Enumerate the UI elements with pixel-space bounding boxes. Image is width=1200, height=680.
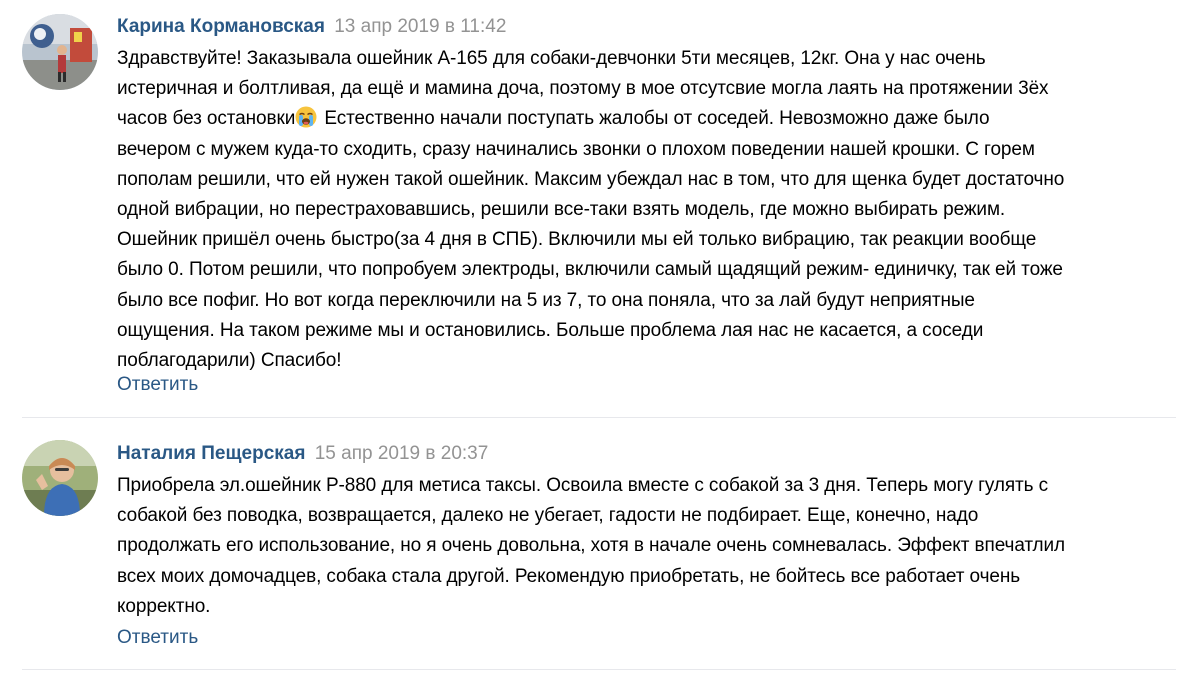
comment-text-line: было 0. Потом решили, что попробуем элек… [117, 259, 1063, 281]
comment-text-line: Приобрела эл.ошейник Р-880 для метиса та… [117, 475, 1049, 496]
comment-divider [22, 669, 1176, 670]
comment-text-line: одной вибрации, но перестраховавшись, ре… [117, 199, 1006, 221]
author-name-link[interactable]: Наталия Пещерская [117, 443, 305, 464]
reply-button[interactable]: Ответить [117, 626, 198, 650]
comment-text-line: Здравствуйте! Заказывала ошейник А-165 д… [117, 48, 986, 69]
comment-date-link[interactable]: 13 апр 2019 в 11:42 [334, 16, 506, 37]
comment-text-line: пополам решили, что ей нужен такой ошейн… [117, 168, 1065, 190]
comment-text-line: вечером с мужем куда-то сходить, сразу н… [117, 138, 1035, 160]
comment-text-line: часов без остановки Естественно начали п… [117, 104, 1177, 134]
comment-text: Приобрела эл.ошейник Р-880 для метиса та… [117, 471, 1177, 622]
comment-text-line: всех моих домочадцев, собака стала друго… [117, 565, 1021, 587]
comment-text-line: истеричная и болтливая, да ещё и мамина … [117, 78, 1049, 100]
author-name-link[interactable]: Карина Кормановская [117, 16, 325, 37]
avatar[interactable] [22, 440, 98, 516]
comment-text-line: продолжать его использование, но я очень… [117, 535, 1066, 557]
loudly-crying-face-emoji-icon [295, 106, 317, 128]
comment-text-line: ощущения. На таком режиме мы и остановил… [117, 319, 984, 341]
reply-button[interactable]: Ответить [117, 373, 198, 397]
user-photo-avatar-icon [22, 14, 98, 90]
comment-divider [22, 417, 1176, 418]
comment-text: Здравствуйте! Заказывала ошейник А-165 д… [117, 44, 1177, 376]
comment-content: Карина Кормановская 13 апр 2019 в 11:42 … [117, 13, 1177, 376]
comment-text-fragment: часов без остановки [117, 108, 296, 130]
avatar[interactable] [22, 14, 98, 90]
comment-content: Наталия Пещерская 15 апр 2019 в 20:37 Пр… [117, 440, 1177, 622]
comment-text-line: Ошейник пришёл очень быстро(за 4 дня в С… [117, 229, 1037, 251]
comment-text-line: поблагодарили) Спасибо! [117, 350, 342, 372]
comment-text-line: собакой без поводка, возвращается, далек… [117, 505, 979, 527]
comment-header: Наталия Пещерская 15 апр 2019 в 20:37 [117, 440, 1177, 468]
comments-feed: Карина Кормановская 13 апр 2019 в 11:42 … [0, 0, 1200, 680]
comment-text-line: было все пофиг. Но вот когда переключили… [117, 289, 975, 311]
comment-date-link[interactable]: 15 апр 2019 в 20:37 [315, 443, 489, 464]
comment-text-fragment: Естественно начали поступать жалобы от с… [319, 108, 990, 130]
comment-text-line: корректно. [117, 595, 211, 617]
user-photo-avatar-icon [22, 440, 98, 516]
comment-header: Карина Кормановская 13 апр 2019 в 11:42 [117, 13, 1177, 41]
